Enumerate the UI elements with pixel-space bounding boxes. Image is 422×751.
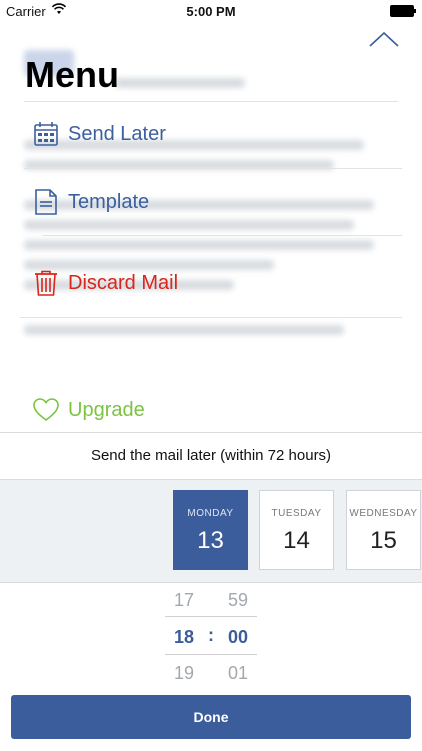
- trash-icon: [35, 270, 57, 296]
- menu-item-template[interactable]: Template: [32, 188, 149, 216]
- day-selector: MONDAY 13 TUESDAY 14 WEDNESDAY 15: [0, 480, 422, 583]
- day-number: 15: [370, 527, 397, 554]
- hour-option[interactable]: 19: [164, 663, 204, 684]
- minute-selected[interactable]: 00: [218, 627, 258, 648]
- menu-item-discard-mail[interactable]: Discard Mail: [32, 269, 178, 297]
- menu-item-label: Discard Mail: [68, 271, 179, 294]
- day-name: WEDNESDAY: [349, 508, 418, 519]
- day-name: TUESDAY: [271, 508, 322, 519]
- status-time: 5:00 PM: [186, 4, 236, 19]
- menu-item-upgrade[interactable]: Upgrade: [32, 396, 145, 424]
- heart-icon: [33, 398, 59, 422]
- done-button[interactable]: Done: [11, 695, 411, 739]
- picker-selection-line: [165, 616, 257, 617]
- menu-title: Menu: [25, 54, 119, 95]
- time-picker[interactable]: 17 59 18 : 00 19 01: [0, 583, 422, 693]
- day-card-wednesday[interactable]: WEDNESDAY 15: [346, 490, 421, 570]
- status-bar: Carrier 5:00 PM: [0, 0, 422, 22]
- send-later-title: Send the mail later (within 72 hours): [0, 433, 422, 480]
- divider: [24, 101, 398, 102]
- hour-option[interactable]: 17: [164, 590, 204, 611]
- battery-icon: [390, 5, 416, 17]
- day-name: MONDAY: [187, 508, 234, 519]
- menu-item-label: Send Later: [68, 122, 166, 145]
- divider: [42, 235, 402, 236]
- document-icon: [35, 189, 57, 215]
- day-card-monday[interactable]: MONDAY 13: [173, 490, 248, 570]
- picker-selection-line: [165, 654, 257, 655]
- divider: [24, 168, 402, 169]
- calendar-icon: [34, 122, 58, 146]
- menu-item-label: Template: [68, 190, 150, 213]
- minute-option[interactable]: 59: [218, 590, 258, 611]
- divider: [20, 317, 402, 318]
- chevron-up-icon[interactable]: [368, 30, 400, 48]
- day-number: 14: [283, 527, 310, 554]
- menu-item-send-later[interactable]: Send Later: [32, 120, 166, 148]
- day-number: 13: [197, 527, 224, 554]
- minute-option[interactable]: 01: [218, 663, 258, 684]
- day-card-tuesday[interactable]: TUESDAY 14: [259, 490, 334, 570]
- menu-item-label: Upgrade: [68, 398, 145, 421]
